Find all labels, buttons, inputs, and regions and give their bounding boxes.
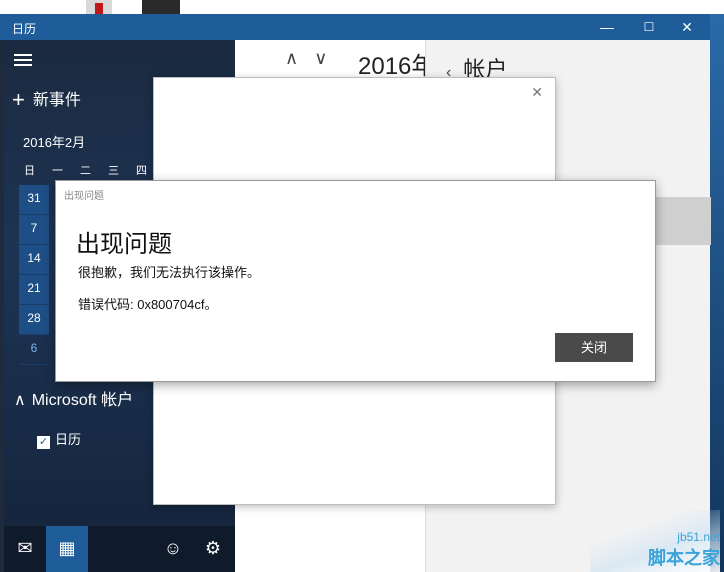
weekday-label: 日 — [24, 165, 35, 177]
calendar-day[interactable]: 31 — [19, 185, 49, 215]
error-dialog: 出现问题 出现问题 很抱歉，我们无法执行该操作。 错误代码: 0x800704c… — [55, 180, 656, 382]
watermark-brand: 脚本之家 — [648, 548, 720, 568]
close-button[interactable]: 关闭 — [555, 333, 633, 362]
weekday-label: 二 — [80, 165, 91, 177]
account-list-item[interactable] — [656, 197, 711, 245]
weekday-label: 三 — [108, 165, 119, 177]
smiley-feedback-icon[interactable]: ☺ — [152, 526, 194, 572]
dialog-caption: 出现问题 — [64, 191, 104, 202]
title-bar: 日历 — ☐ ✕ — [0, 14, 710, 40]
error-code: 错误代码: 0x800704cf。 — [78, 297, 218, 312]
calendar-day[interactable]: 21 — [19, 275, 49, 305]
calendar-day[interactable]: 28 — [19, 305, 49, 335]
dialog-heading: 出现问题 — [76, 231, 172, 258]
plus-icon: + — [12, 87, 25, 112]
calendar-item-label: 日历 — [55, 432, 82, 447]
new-event-button[interactable]: + 新事件 — [12, 86, 81, 113]
calendar-checkbox-item[interactable]: ✓ 日历 — [37, 429, 81, 449]
desktop-edge — [710, 14, 724, 572]
window-close-button[interactable]: ✕ — [664, 14, 710, 40]
account-group-toggle[interactable]: ∧ Microsoft 帐户 — [14, 386, 133, 410]
watermark-url: jb51.net — [677, 530, 720, 544]
watermark: jb51.net 脚本之家 — [648, 530, 720, 570]
weekday-label: 一 — [52, 165, 63, 177]
mini-calendar-month[interactable]: 2016年2月 — [23, 132, 85, 151]
chevron-up-icon[interactable]: ∧ — [285, 48, 298, 68]
current-period-title: 2016年 — [358, 53, 436, 80]
account-group-label: Microsoft 帐户 — [31, 392, 134, 409]
calendar-day[interactable]: 14 — [19, 245, 49, 275]
window-title: 日历 — [12, 22, 37, 36]
chevron-up-icon: ∧ — [14, 392, 26, 409]
desktop-strip — [0, 0, 724, 14]
weekday-header: 日一二三四 — [24, 162, 164, 178]
calendar-day[interactable]: 7 — [19, 215, 49, 245]
new-event-label: 新事件 — [32, 92, 81, 109]
calendar-app: 日历 — ☐ ✕ + 新事件 2016年2月 日一二三四 31 7 14 21 2… — [0, 0, 724, 572]
calendar-icon[interactable]: ▦ — [46, 526, 88, 572]
mini-calendar-days: 31 7 14 21 28 6 — [19, 185, 49, 365]
desktop-thumbnail — [86, 0, 112, 14]
calendar-day[interactable]: 6 — [19, 335, 49, 365]
date-navigation: ∧ ∨ — [285, 48, 343, 69]
gear-icon[interactable]: ⚙ — [192, 526, 234, 572]
minimize-button[interactable]: — — [584, 14, 630, 40]
desktop-thumbnail — [142, 0, 180, 14]
mail-icon[interactable]: ✉ — [4, 526, 46, 572]
hamburger-menu-icon[interactable] — [14, 54, 32, 66]
bottom-bar: ✉ ▦ ☺ ⚙ — [4, 526, 235, 572]
close-icon[interactable]: ✕ — [531, 84, 543, 101]
dialog-message: 很抱歉，我们无法执行该操作。 — [78, 265, 261, 280]
chevron-down-icon[interactable]: ∨ — [314, 48, 327, 68]
checkbox-checked-icon[interactable]: ✓ — [37, 436, 50, 449]
